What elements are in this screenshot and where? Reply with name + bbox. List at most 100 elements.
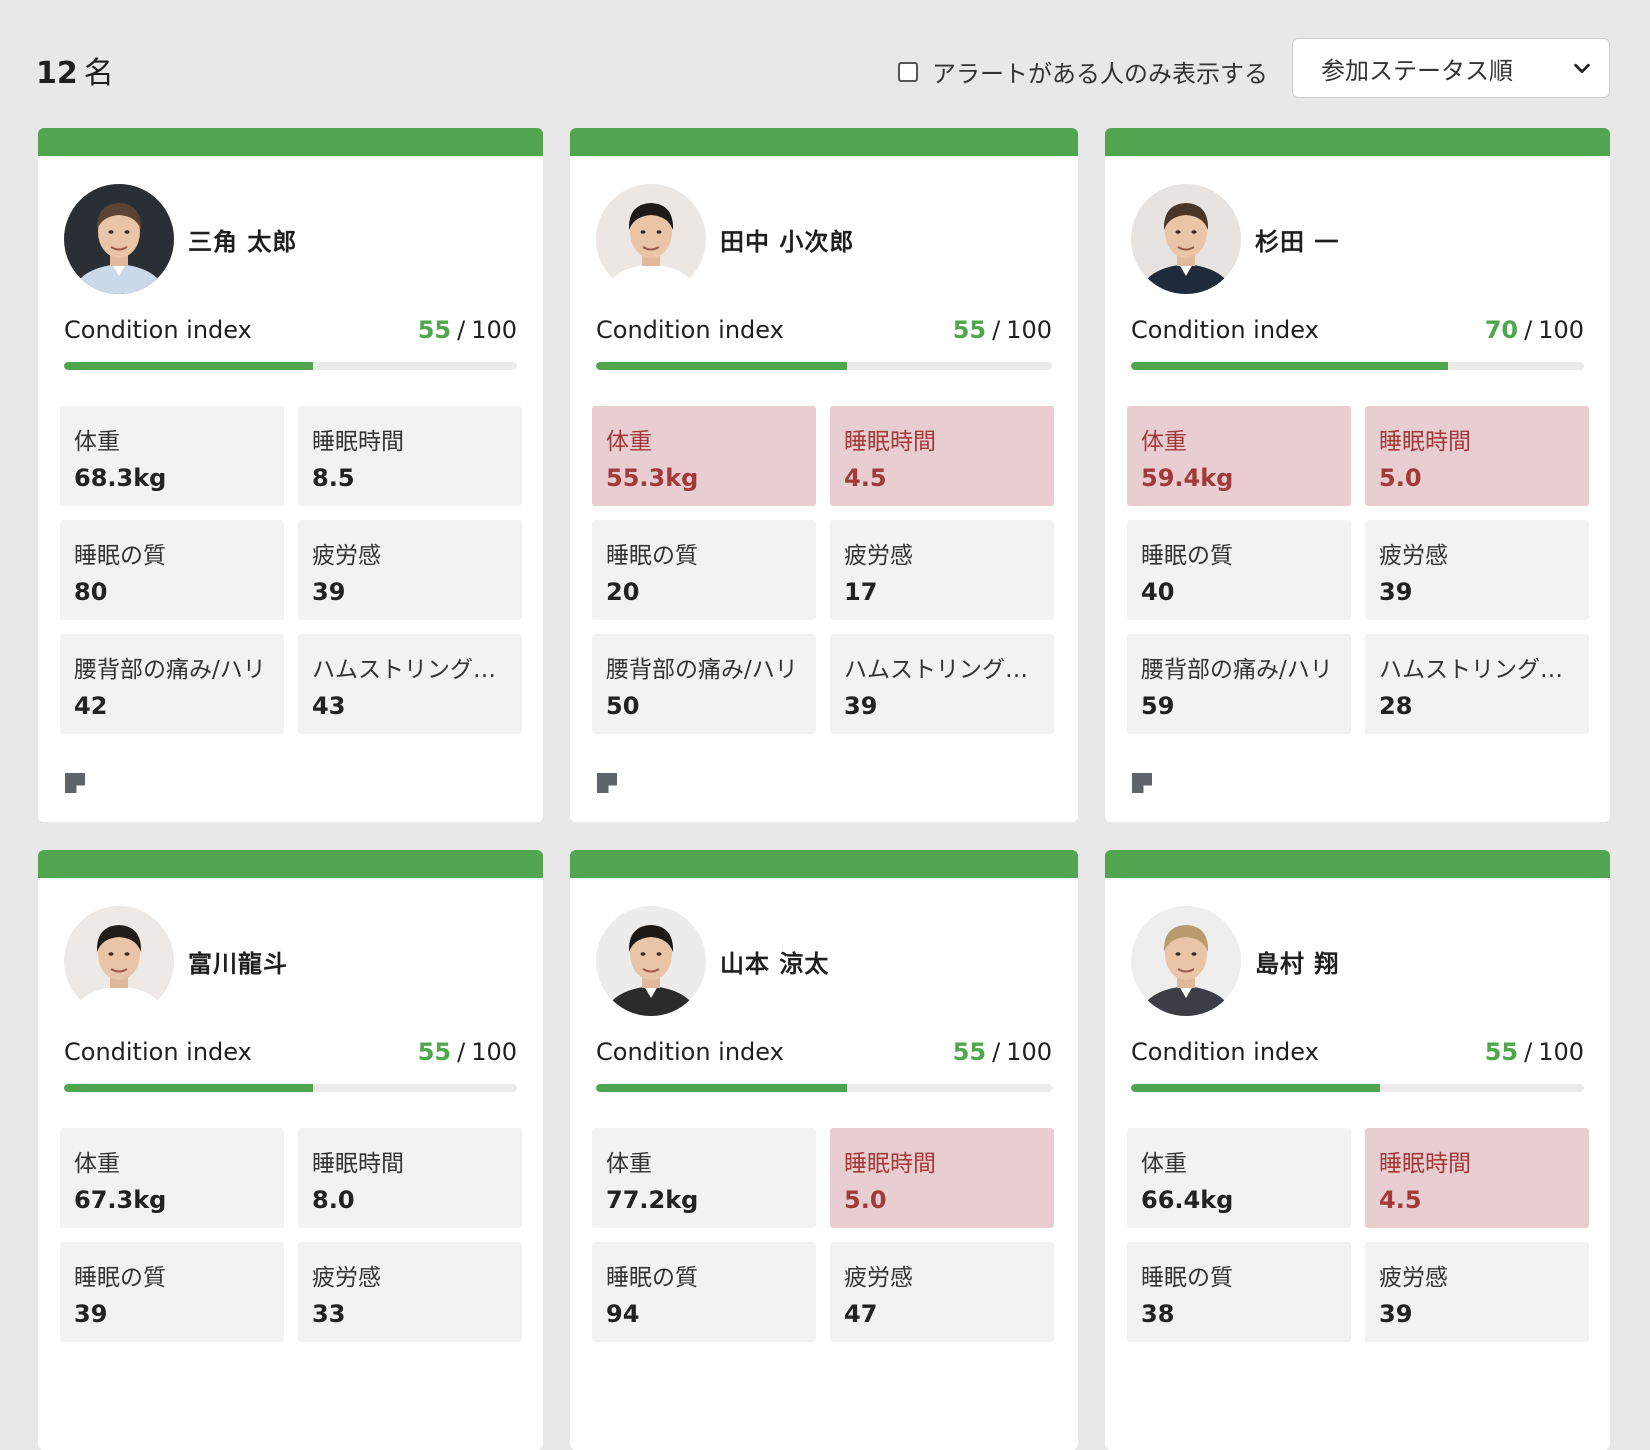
metric-value: 39 [1379, 1300, 1413, 1328]
metric-label: 疲労感 [844, 1265, 913, 1291]
card-status-bar [38, 128, 543, 156]
metric-tile: 腰背部の痛み/ハリ 42 [60, 634, 284, 734]
metric-label: 睡眠の質 [1141, 1265, 1233, 1291]
metric-tile: 腰背部の痛み/ハリ 59 [1127, 634, 1351, 734]
card-status-bar [38, 850, 543, 878]
metric-label: 疲労感 [1379, 1265, 1448, 1291]
condition-index-max: 100 [471, 1038, 517, 1066]
metric-value: 8.5 [312, 464, 355, 492]
metric-value: 80 [74, 578, 108, 606]
condition-index-bar-fill [596, 1084, 847, 1092]
player-card[interactable]: 富川龍斗 Condition index 55/100 体重 67.3kg 睡眠時間… [38, 850, 543, 1450]
metric-label: 疲労感 [844, 543, 913, 569]
condition-index-score: 55/100 [952, 1038, 1052, 1066]
condition-index-max: 100 [1006, 316, 1052, 344]
metric-value: 50 [606, 692, 640, 720]
card-status-bar [1105, 850, 1610, 878]
condition-index-value: 55 [952, 316, 987, 344]
metric-label: 体重 [1141, 429, 1187, 455]
metric-grid: 体重 66.4kg 睡眠時間 4.5 睡眠の質 38 疲労感 39 [1105, 1092, 1610, 1342]
metric-tile: 疲労感 39 [298, 520, 522, 620]
metric-label: 睡眠の質 [74, 1265, 166, 1291]
sort-select[interactable]: 参加ステータス順 [1292, 38, 1610, 98]
metric-label: 睡眠の質 [606, 543, 698, 569]
metric-tile: 疲労感 39 [1365, 520, 1589, 620]
metric-value: 39 [74, 1300, 108, 1328]
metric-label: 腰背部の痛み/ハリ [1141, 657, 1333, 683]
metric-label: 睡眠時間 [1379, 1151, 1471, 1177]
note-icon[interactable] [1131, 772, 1153, 794]
metric-tile: 睡眠時間 8.0 [298, 1128, 522, 1228]
player-card[interactable]: 杉田 一 Condition index 70/100 体重 59.4kg 睡眠時間… [1105, 128, 1610, 822]
metric-label: 疲労感 [1379, 543, 1448, 569]
metric-value: 66.4kg [1141, 1186, 1234, 1214]
note-icon[interactable] [64, 772, 86, 794]
condition-index-bar-fill [596, 362, 847, 370]
metric-tile: 睡眠時間 5.0 [830, 1128, 1054, 1228]
condition-index-bar [596, 362, 1052, 370]
metric-grid: 体重 68.3kg 睡眠時間 8.5 睡眠の質 80 疲労感 39 腰背部の痛み/ハリ 42 ハムス… [38, 370, 543, 734]
condition-index-max: 100 [471, 316, 517, 344]
avatar [596, 184, 706, 294]
metric-value: 39 [844, 692, 878, 720]
metric-tile: 疲労感 17 [830, 520, 1054, 620]
condition-index-bar-fill [1131, 1084, 1381, 1092]
toolbar: 12 名 アラートがある人のみ表示する 参加ステータス順 [0, 0, 1650, 130]
metric-tile: 睡眠の質 39 [60, 1242, 284, 1342]
metric-label: 体重 [74, 1151, 120, 1177]
member-count: 12 名 [36, 48, 114, 92]
condition-index-value: 55 [952, 1038, 987, 1066]
metric-value: 39 [1379, 578, 1413, 606]
note-icon[interactable] [596, 772, 618, 794]
condition-index-value: 55 [417, 1038, 452, 1066]
metric-value: 4.5 [844, 464, 887, 492]
condition-index-bar [1131, 1084, 1584, 1092]
metric-tile: 体重 67.3kg [60, 1128, 284, 1228]
condition-index-max: 100 [1006, 1038, 1052, 1066]
metric-grid: 体重 55.3kg 睡眠時間 4.5 睡眠の質 20 疲労感 17 腰背部の痛み/ハリ 50 ハムス… [570, 370, 1078, 734]
metric-grid: 体重 67.3kg 睡眠時間 8.0 睡眠の質 39 疲労感 33 [38, 1092, 543, 1342]
metric-tile: 睡眠時間 4.5 [1365, 1128, 1589, 1228]
metric-label: 体重 [606, 1151, 652, 1177]
alert-filter-checkbox[interactable] [898, 61, 918, 82]
avatar [1131, 906, 1241, 1016]
metric-label: ハムストリング… [844, 657, 1028, 683]
condition-index-bar-fill [64, 362, 314, 370]
condition-index-value: 55 [417, 316, 452, 344]
metric-tile: 睡眠時間 4.5 [830, 406, 1054, 506]
metric-value: 20 [606, 578, 640, 606]
metric-value: 55.3kg [606, 464, 699, 492]
metric-value: 43 [312, 692, 346, 720]
player-card[interactable]: 山本 涼太 Condition index 55/100 体重 77.2kg 睡眠時… [570, 850, 1078, 1450]
metric-tile: 腰背部の痛み/ハリ 50 [592, 634, 816, 734]
condition-index-label: Condition index [596, 316, 784, 344]
condition-index-bar [64, 1084, 517, 1092]
player-name: 杉田 一 [1255, 227, 1340, 256]
alert-filter[interactable]: アラートがある人のみ表示する [898, 54, 1268, 89]
metric-value: 68.3kg [74, 464, 167, 492]
metric-label: 体重 [1141, 1151, 1187, 1177]
metric-grid: 体重 59.4kg 睡眠時間 5.0 睡眠の質 40 疲労感 39 腰背部の痛み/ハリ 59 ハムス… [1105, 370, 1610, 734]
metric-label: 腰背部の痛み/ハリ [74, 657, 266, 683]
alert-filter-label: アラートがある人のみ表示する [932, 60, 1268, 88]
condition-index-label: Condition index [64, 1038, 252, 1066]
player-name: 田中 小次郎 [720, 227, 855, 256]
player-card[interactable]: 田中 小次郎 Condition index 55/100 体重 55.3kg 睡眠… [570, 128, 1078, 822]
condition-index-score: 70/100 [1484, 316, 1584, 344]
condition-index-label: Condition index [64, 316, 252, 344]
player-card[interactable]: 島村 翔 Condition index 55/100 体重 66.4kg 睡眠時間… [1105, 850, 1610, 1450]
metric-value: 17 [844, 578, 878, 606]
metric-value: 42 [74, 692, 108, 720]
metric-tile: 睡眠時間 8.5 [298, 406, 522, 506]
condition-index-value: 70 [1484, 316, 1519, 344]
metric-tile: 睡眠の質 40 [1127, 520, 1351, 620]
metric-label: 睡眠の質 [1141, 543, 1233, 569]
metric-label: ハムストリング… [1379, 657, 1563, 683]
avatar [64, 906, 174, 1016]
metric-value: 38 [1141, 1300, 1175, 1328]
condition-index-score: 55/100 [417, 316, 517, 344]
metric-tile: 体重 77.2kg [592, 1128, 816, 1228]
player-card[interactable]: 三角 太郎 Condition index 55/100 体重 68.3kg 睡眠時… [38, 128, 543, 822]
metric-tile: 体重 66.4kg [1127, 1128, 1351, 1228]
metric-tile: 疲労感 47 [830, 1242, 1054, 1342]
